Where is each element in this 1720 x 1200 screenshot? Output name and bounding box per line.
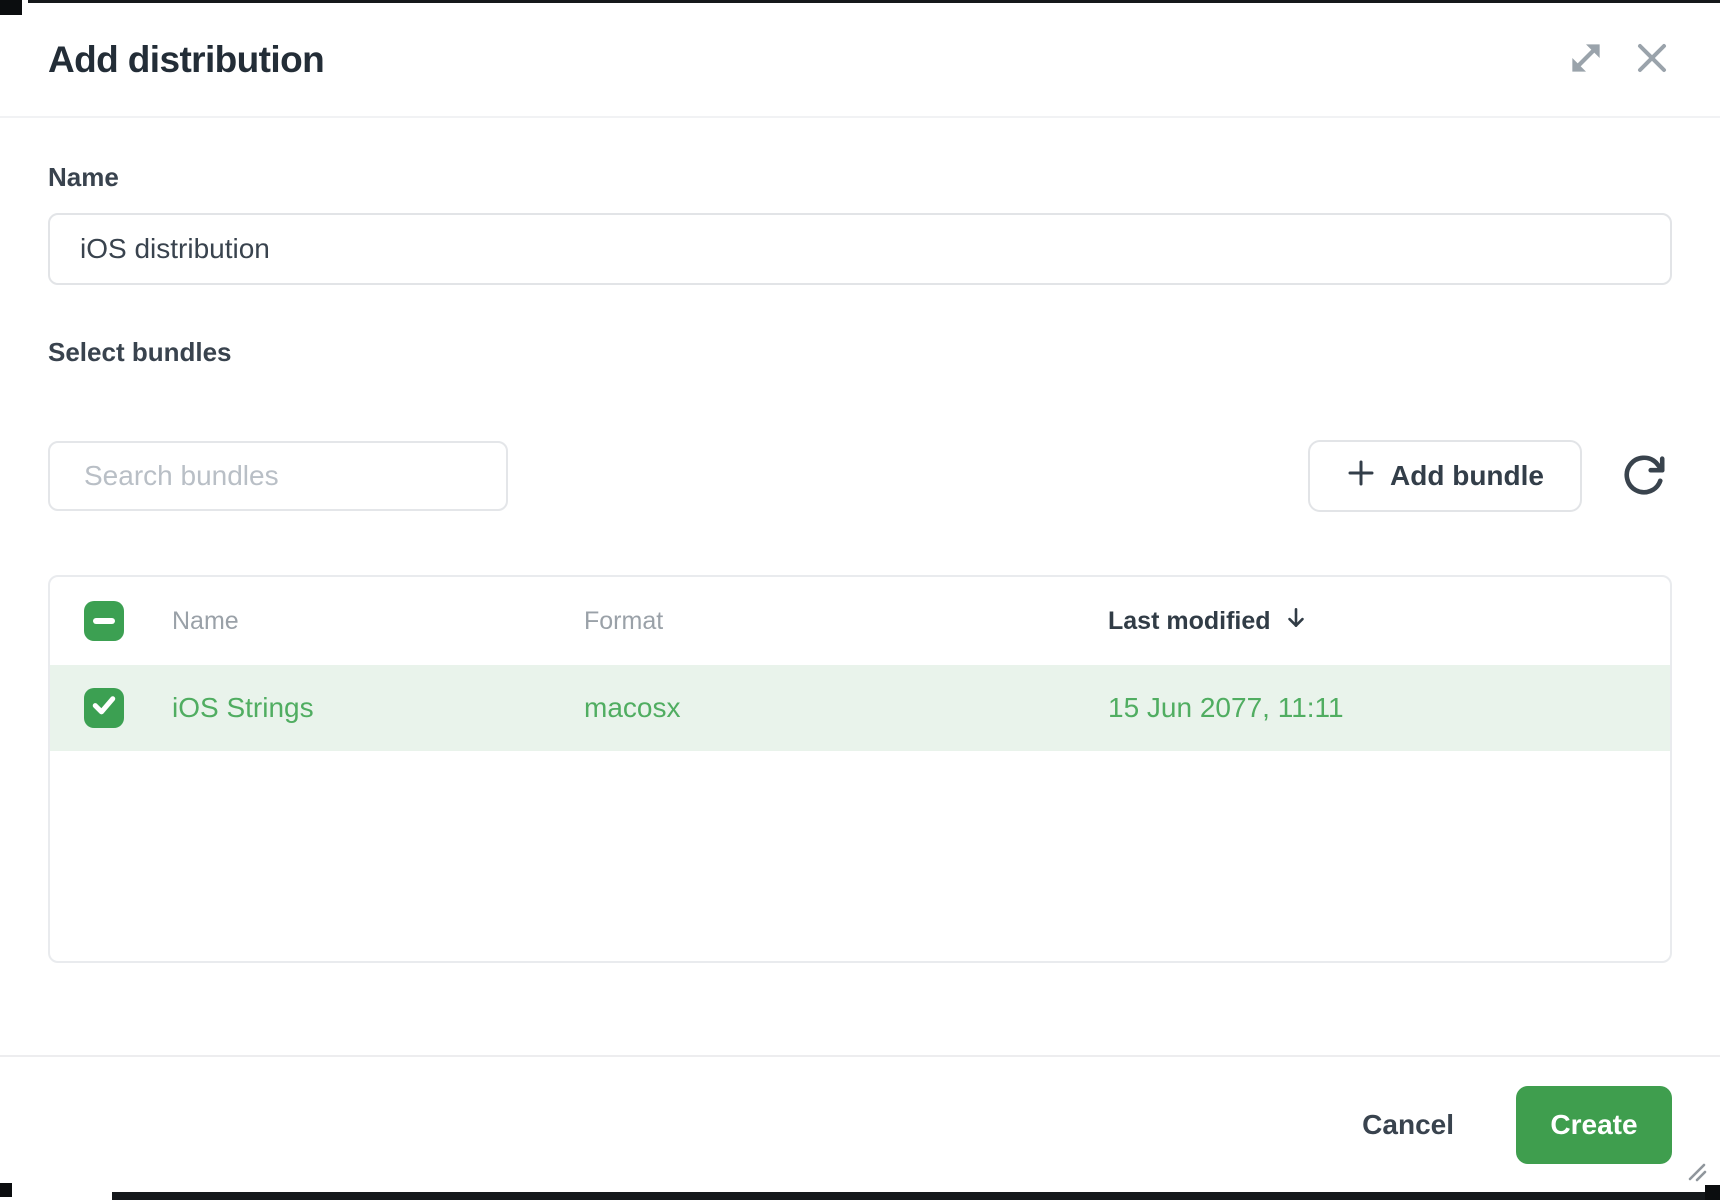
add-distribution-dialog: Add distribution [0, 3, 1720, 1192]
close-dialog-button[interactable] [1628, 36, 1676, 84]
refresh-bundles-button[interactable] [1616, 448, 1672, 504]
bundle-format: macosx [584, 692, 1108, 724]
add-bundle-button[interactable]: Add bundle [1308, 440, 1582, 512]
bundle-controls-row: Add bundle [48, 440, 1672, 512]
expand-dialog-button[interactable] [1562, 36, 1610, 84]
backdrop-artifact [112, 1192, 1720, 1200]
column-header-name[interactable]: Name [172, 607, 584, 636]
bundle-row[interactable]: iOS Strings macosx 15 Jun 2077, 11:11 [50, 665, 1670, 751]
column-header-last-modified[interactable]: Last modified [1108, 605, 1670, 638]
row-checkbox[interactable] [84, 688, 124, 728]
distribution-name-input[interactable] [48, 213, 1672, 285]
dialog-footer: Cancel Create [0, 1055, 1720, 1192]
checkmark-icon [89, 690, 119, 727]
close-icon [1632, 38, 1672, 81]
refresh-icon [1621, 452, 1667, 501]
resize-handle[interactable] [1680, 1155, 1708, 1188]
backdrop-artifact [0, 0, 22, 15]
row-checkbox-cell [84, 688, 172, 728]
dialog-header: Add distribution [0, 3, 1720, 118]
page: Add distribution [0, 0, 1720, 1200]
plus-icon [1346, 458, 1376, 495]
add-bundle-label: Add bundle [1390, 460, 1544, 492]
bundle-name: iOS Strings [172, 692, 584, 724]
bundles-table-header: Name Format Last modified [50, 577, 1670, 665]
header-actions [1562, 36, 1676, 84]
expand-diagonal-icon [1565, 37, 1607, 82]
search-bundles-input[interactable] [48, 441, 508, 511]
select-bundles-label: Select bundles [48, 337, 1672, 368]
column-header-format[interactable]: Format [584, 607, 1108, 636]
last-modified-label: Last modified [1108, 607, 1271, 636]
select-all-checkbox[interactable] [84, 601, 124, 641]
create-button[interactable]: Create [1516, 1086, 1672, 1164]
sort-descending-icon [1283, 605, 1309, 638]
name-field-label: Name [48, 162, 1672, 193]
backdrop-artifact [28, 0, 1720, 3]
backdrop-artifact [0, 1183, 12, 1197]
cancel-button[interactable]: Cancel [1362, 1109, 1454, 1141]
select-all-cell [84, 601, 172, 641]
bundle-last-modified: 15 Jun 2077, 11:11 [1108, 692, 1670, 724]
bundles-table: Name Format Last modified [48, 575, 1672, 963]
dialog-body: Name Select bundles Add bundle [0, 118, 1720, 1055]
dialog-title: Add distribution [48, 39, 324, 81]
indeterminate-mark-icon [93, 618, 115, 624]
